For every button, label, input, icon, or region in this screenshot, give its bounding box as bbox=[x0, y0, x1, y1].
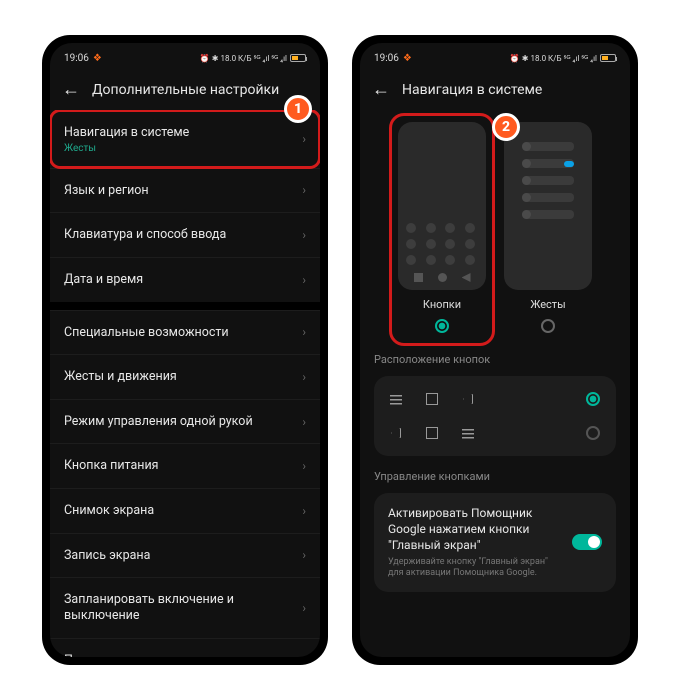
screen-additional-settings: 1 19:06 ❖ ⏰ ✱ 18.0 К/Б ⁵ᴳ ₄ıl ⁵ᴳ ₄ıl ← Д… bbox=[50, 43, 320, 657]
status-bar: 19:06 ❖ ⏰ ✱ 18.0 К/Б ⁵ᴳ ₄ıl ⁵ᴳ ₄ıl bbox=[50, 43, 320, 65]
chevron-right-icon: › bbox=[302, 273, 306, 287]
chevron-right-icon: › bbox=[302, 183, 306, 197]
layout-option-1[interactable] bbox=[374, 382, 616, 416]
row-label: Жесты и движения bbox=[64, 369, 177, 385]
row-recommendations[interactable]: Получать рекомендации › bbox=[50, 638, 320, 658]
row-label: Получать рекомендации bbox=[64, 653, 209, 658]
layout-radio-1[interactable] bbox=[586, 392, 600, 406]
chevron-right-icon: › bbox=[302, 601, 306, 615]
row-keyboard[interactable]: Клавиатура и способ ввода › bbox=[50, 212, 320, 257]
section-separator bbox=[50, 302, 320, 310]
chevron-right-icon: › bbox=[302, 325, 306, 339]
row-label: Язык и регион bbox=[64, 183, 149, 199]
chevron-right-icon: › bbox=[302, 415, 306, 429]
radio-gestures[interactable] bbox=[541, 319, 555, 333]
battery-icon bbox=[600, 54, 616, 62]
row-label: Запланировать включение и выключение bbox=[64, 592, 302, 623]
square-icon bbox=[426, 393, 438, 405]
status-indicator-icon: ❖ bbox=[403, 53, 412, 64]
row-onehand[interactable]: Режим управления одной рукой › bbox=[50, 399, 320, 444]
row-scheduled-power[interactable]: Запланировать включение и выключение › bbox=[50, 577, 320, 637]
settings-list: Навигация в системе Жесты › Язык и регио… bbox=[50, 110, 320, 657]
radio-buttons[interactable] bbox=[435, 319, 449, 333]
page-title: Навигация в системе bbox=[402, 82, 542, 98]
menu-icon bbox=[390, 393, 402, 405]
row-datetime[interactable]: Дата и время › bbox=[50, 257, 320, 302]
row-screenshot[interactable]: Снимок экрана › bbox=[50, 488, 320, 533]
row-label: Снимок экрана bbox=[64, 503, 154, 519]
mockup-buttons-icon bbox=[398, 122, 486, 290]
menu-icon bbox=[462, 427, 474, 439]
status-bar: 19:06 ❖ ⏰ ✱ 18.0 К/Б ⁵ᴳ ₄ıl ⁵ᴳ ₄ıl bbox=[360, 43, 630, 65]
status-time: 19:06 bbox=[374, 53, 399, 64]
chevron-right-icon: › bbox=[302, 548, 306, 562]
status-indicator-icon: ❖ bbox=[93, 53, 102, 64]
chevron-right-icon: › bbox=[302, 370, 306, 384]
row-label: Клавиатура и способ ввода bbox=[64, 227, 226, 243]
screen-system-navigation: 2 19:06 ❖ ⏰ ✱ 18.0 К/Б ⁵ᴳ ₄ıl ⁵ᴳ ₄ıl ← Н… bbox=[360, 43, 630, 657]
nav-mode-label: Кнопки bbox=[423, 298, 461, 311]
row-accessibility[interactable]: Специальные возможности › bbox=[50, 310, 320, 355]
status-right-cluster: ⏰ ✱ 18.0 К/Б ⁵ᴳ ₄ıl ⁵ᴳ ₄ıl bbox=[200, 54, 287, 63]
row-gestures[interactable]: Жесты и движения › bbox=[50, 354, 320, 399]
row-label: Специальные возможности bbox=[64, 325, 229, 341]
layout-radio-2[interactable] bbox=[586, 426, 600, 440]
status-time: 19:06 bbox=[64, 53, 89, 64]
button-layout-card bbox=[374, 376, 616, 456]
chevron-right-icon: › bbox=[302, 228, 306, 242]
row-sub: Жесты bbox=[64, 143, 189, 154]
mockup-gestures-icon bbox=[504, 122, 592, 290]
row-label: Навигация в системе bbox=[64, 125, 189, 141]
step-badge-2: 2 bbox=[492, 113, 520, 141]
chevron-right-icon: › bbox=[302, 504, 306, 518]
back-icon[interactable]: ← bbox=[62, 79, 80, 100]
chevron-right-icon: › bbox=[302, 459, 306, 473]
header: ← Дополнительные настройки bbox=[50, 65, 320, 110]
back-icon[interactable]: ← bbox=[372, 79, 390, 100]
triangle-back-icon bbox=[462, 393, 474, 405]
section-title-mgmt: Управление кнопками bbox=[360, 456, 630, 489]
assistant-title: Активировать Помощник Google нажатием кн… bbox=[388, 505, 560, 554]
row-label: Режим управления одной рукой bbox=[64, 414, 253, 430]
header: ← Навигация в системе bbox=[360, 65, 630, 110]
page-title: Дополнительные настройки bbox=[92, 82, 279, 98]
square-icon bbox=[426, 427, 438, 439]
phone-right: 2 19:06 ❖ ⏰ ✱ 18.0 К/Б ⁵ᴳ ₄ıl ⁵ᴳ ₄ıl ← Н… bbox=[352, 35, 638, 665]
row-label: Кнопка питания bbox=[64, 458, 159, 474]
row-label: Запись экрана bbox=[64, 548, 150, 564]
nav-settings-content: Кнопки Жесты Расположение кнопок bbox=[360, 110, 630, 657]
section-title-layout: Расположение кнопок bbox=[360, 339, 630, 372]
step-badge-1: 1 bbox=[284, 95, 312, 123]
phone-left: 1 19:06 ❖ ⏰ ✱ 18.0 К/Б ⁵ᴳ ₄ıl ⁵ᴳ ₄ıl ← Д… bbox=[42, 35, 328, 665]
triangle-back-icon bbox=[390, 427, 402, 439]
row-navigation[interactable]: Навигация в системе Жесты › bbox=[50, 110, 320, 168]
row-label: Дата и время bbox=[64, 272, 143, 288]
assistant-sub: Удерживайте кнопку "Главный экран" для а… bbox=[388, 557, 560, 580]
assistant-toggle[interactable] bbox=[572, 534, 602, 550]
chevron-right-icon: › bbox=[302, 132, 306, 146]
row-language[interactable]: Язык и регион › bbox=[50, 168, 320, 213]
row-screenrecord[interactable]: Запись экрана › bbox=[50, 533, 320, 578]
nav-mode-buttons[interactable]: Кнопки bbox=[392, 116, 492, 343]
status-right-cluster: ⏰ ✱ 18.0 К/Б ⁵ᴳ ₄ıl ⁵ᴳ ₄ıl bbox=[510, 54, 597, 63]
layout-option-2[interactable] bbox=[374, 416, 616, 450]
battery-icon bbox=[290, 54, 306, 62]
assistant-home-card[interactable]: Активировать Помощник Google нажатием кн… bbox=[374, 493, 616, 592]
chevron-right-icon: › bbox=[302, 653, 306, 657]
row-powerbutton[interactable]: Кнопка питания › bbox=[50, 443, 320, 488]
nav-mode-label: Жесты bbox=[530, 298, 565, 311]
nav-mode-gestures[interactable]: Жесты bbox=[504, 122, 592, 333]
